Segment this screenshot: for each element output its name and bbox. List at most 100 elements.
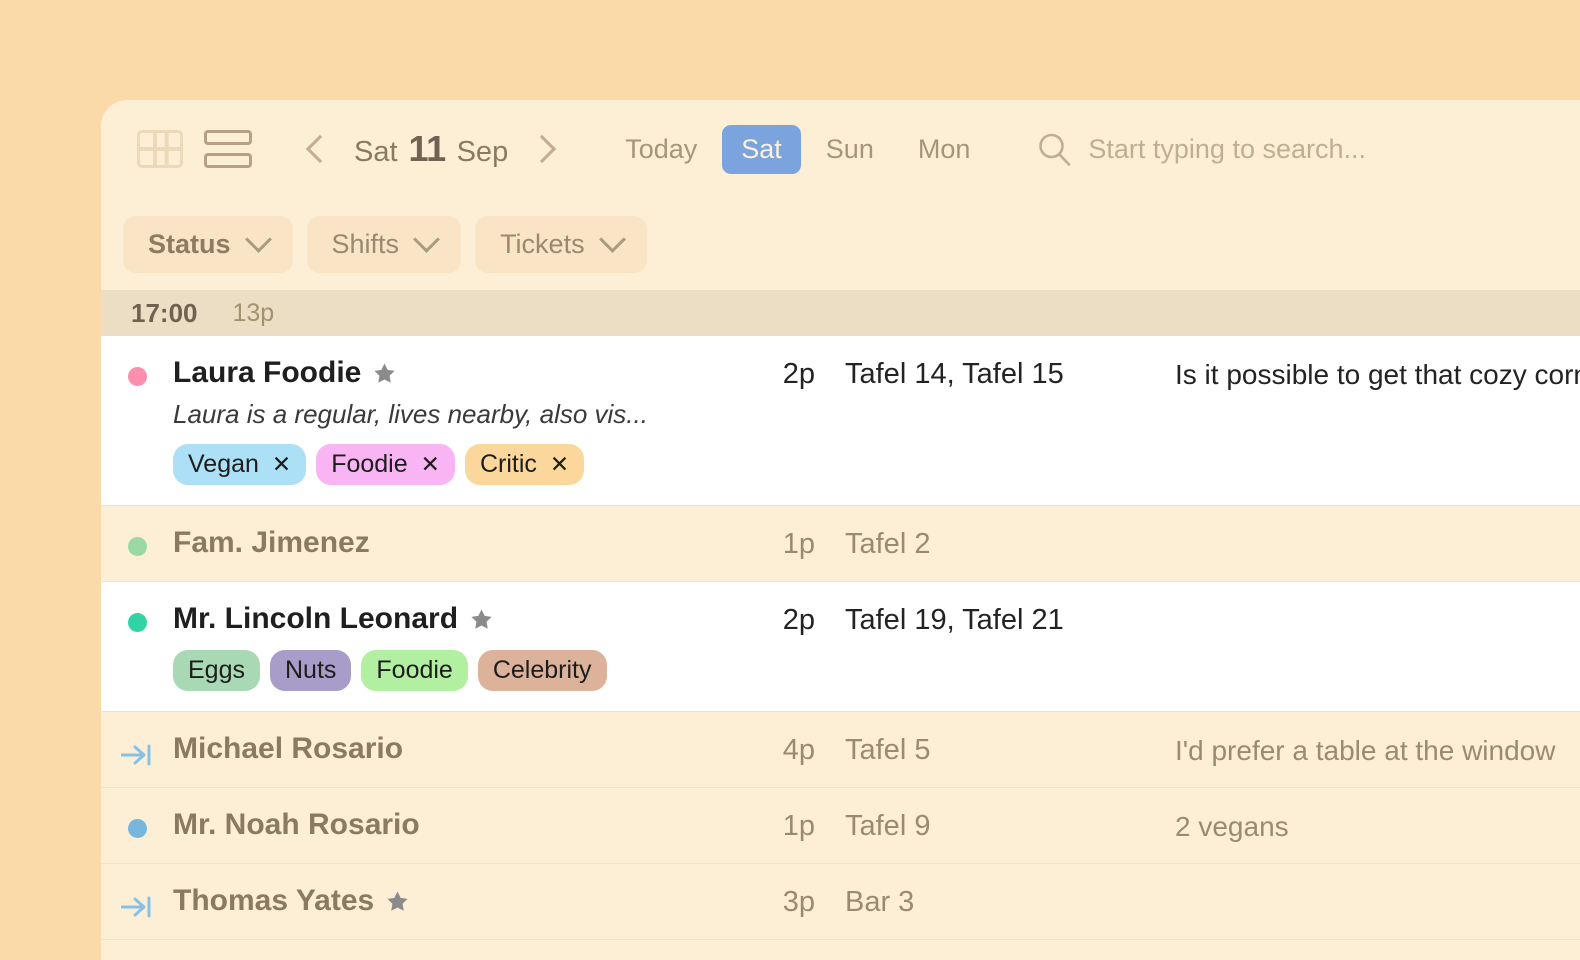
search-input[interactable] — [1088, 133, 1580, 165]
reservation-row[interactable]: Mr. Noah Rosario 1p Tafel 9 2 vegans — [101, 788, 1580, 864]
vip-star-icon — [372, 361, 397, 386]
date-navigator: Sat 11 Sep — [294, 127, 568, 171]
status-dot — [101, 526, 173, 556]
table-assignment: Tafel 2 — [845, 528, 931, 560]
table-assignment: Bar 3 — [845, 886, 915, 918]
tag-remove-icon[interactable]: ✕ — [272, 453, 291, 476]
date-month: Sep — [456, 136, 509, 168]
reservation-comment — [1175, 526, 1580, 529]
tag-remove-icon[interactable]: ✕ — [550, 453, 569, 476]
party-size: 3p — [782, 886, 815, 918]
status-dot — [101, 808, 173, 838]
filter-tickets[interactable]: Tickets — [475, 215, 647, 273]
tag-label: Critic — [479, 450, 537, 478]
day-tab-sat[interactable]: Sat — [722, 124, 801, 174]
time-group-pax: 13p — [232, 298, 275, 327]
time-group-time: 17:00 — [131, 297, 198, 328]
status-dot-indicator — [127, 537, 147, 556]
guest-line: Laura Foodie — [173, 356, 743, 390]
reservation-row[interactable]: Fam. Jimenez 1p Tafel 2 — [101, 506, 1580, 582]
table-assignment: Tafel 19, Tafel 21 — [845, 604, 1064, 636]
guest-description: Laura is a regular, lives nearby, also v… — [173, 399, 648, 429]
table-assignment: Tafel 5 — [845, 734, 931, 766]
reservation-row[interactable]: Laura Foodie Laura is a regular, lives ne… — [101, 336, 1580, 506]
reservation-row[interactable]: Thomas Yates 3p Bar 3 — [101, 864, 1580, 940]
party-size: 4p — [782, 734, 815, 766]
tag-chip[interactable]: Foodie ✕ — [316, 444, 455, 485]
grid-view-icon[interactable] — [137, 130, 183, 168]
reservation-comment: Is it possible to get that cozy corner t… — [1175, 359, 1580, 390]
guest-block: Fam. Jimenez — [173, 526, 743, 560]
guest-line: Michael Rosario — [173, 732, 743, 766]
reservation-comment — [1175, 884, 1580, 887]
tag-label: Nuts — [284, 656, 337, 684]
filter-bar: Status Shifts Tickets — [101, 198, 1580, 290]
table-assignment: Tafel 9 — [845, 810, 931, 842]
tag-label: Foodie — [331, 450, 408, 478]
tag-chip[interactable]: Celebrity — [477, 650, 607, 691]
party-size: 2p — [782, 604, 815, 636]
guest-block: Laura Foodie Laura is a regular, lives ne… — [173, 356, 743, 485]
date-day: 11 — [408, 128, 447, 169]
filter-status-label: Status — [148, 228, 231, 259]
reservation-row[interactable]: Michael Rosario 4p Tafel 5 I'd prefer a tab… — [101, 712, 1580, 788]
guest-block: Mr. Lincoln Leonard Eggs Nuts Foodie Celebri… — [173, 602, 743, 691]
arrive-icon — [101, 732, 173, 767]
tag-label: Foodie — [376, 656, 453, 684]
day-tab-group: Today Sat Sun Mon — [606, 124, 990, 174]
tag-label: Eggs — [188, 656, 245, 684]
chevron-right-icon[interactable] — [524, 127, 568, 171]
reservation-row[interactable]: Mr. Lincoln Leonard Eggs Nuts Foodie Celebri… — [101, 582, 1580, 712]
arrive-icon — [101, 884, 173, 919]
guest-name: Mr. Noah Rosario — [173, 808, 420, 841]
search-area — [1037, 132, 1580, 166]
tag-chip[interactable]: Vegan ✕ — [173, 444, 307, 485]
guest-line: Mr. Noah Rosario — [173, 808, 743, 842]
view-switcher — [137, 130, 252, 168]
status-dot — [101, 356, 173, 386]
tag-chip[interactable]: Eggs — [173, 650, 260, 691]
status-dot-indicator — [127, 613, 147, 632]
guest-name: Fam. Jimenez — [173, 526, 370, 559]
party-size: 1p — [782, 810, 815, 842]
guest-block: Michael Rosario — [173, 732, 743, 766]
vip-star-icon — [385, 889, 410, 914]
reservation-list: Laura Foodie Laura is a regular, lives ne… — [101, 336, 1580, 940]
day-tab-sun[interactable]: Sun — [807, 125, 893, 174]
guest-line: Fam. Jimenez — [173, 526, 743, 560]
filter-tickets-label: Tickets — [500, 228, 585, 259]
tag-chip[interactable]: Critic ✕ — [464, 444, 585, 485]
day-tab-mon[interactable]: Mon — [899, 125, 990, 174]
top-toolbar: Sat 11 Sep Today Sat Sun Mon — [101, 100, 1580, 198]
today-button[interactable]: Today — [606, 125, 716, 174]
tag-label: Celebrity — [492, 656, 592, 684]
app-root: Sat 11 Sep Today Sat Sun Mon Start typin… — [0, 0, 1580, 960]
search-icon — [1037, 132, 1071, 166]
date-weekday: Sat — [354, 136, 398, 168]
guest-name: Laura Foodie — [173, 356, 362, 389]
guest-name: Michael Rosario — [173, 732, 404, 765]
chevron-down-icon — [244, 225, 272, 253]
tag-list: Vegan ✕ Foodie ✕ Critic ✕ — [173, 444, 743, 485]
filter-shifts-label: Shifts — [331, 228, 400, 259]
tag-label: Vegan — [188, 450, 259, 478]
tag-chip[interactable]: Foodie — [361, 650, 468, 691]
chevron-left-icon[interactable] — [294, 127, 338, 171]
table-assignment: Tafel 14, Tafel 15 — [845, 358, 1064, 390]
tag-list: Eggs Nuts Foodie Celebrity — [173, 650, 743, 691]
status-dot-indicator — [127, 367, 147, 386]
current-date[interactable]: Sat 11 Sep — [338, 128, 524, 170]
filter-status[interactable]: Status — [123, 215, 293, 273]
guest-line: Mr. Lincoln Leonard — [173, 602, 743, 636]
list-view-icon[interactable] — [204, 130, 252, 168]
status-dot — [101, 602, 173, 632]
guest-block: Mr. Noah Rosario — [173, 808, 743, 842]
vip-star-icon — [469, 607, 494, 632]
filter-shifts[interactable]: Shifts — [306, 215, 462, 273]
tag-chip[interactable]: Nuts — [269, 650, 352, 691]
tag-remove-icon[interactable]: ✕ — [421, 453, 440, 476]
reservation-comment: 2 vegans — [1175, 811, 1289, 842]
guest-name: Thomas Yates — [173, 884, 375, 917]
time-group-header: 17:00 13p — [101, 290, 1580, 336]
reservations-panel: Sat 11 Sep Today Sat Sun Mon Start typin… — [101, 100, 1580, 960]
